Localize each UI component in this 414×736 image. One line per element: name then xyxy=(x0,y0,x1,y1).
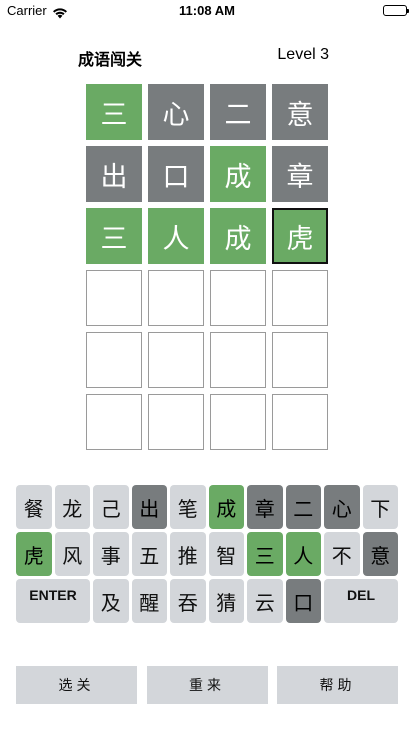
key[interactable]: 三 xyxy=(247,532,283,576)
grid-tile xyxy=(210,394,266,450)
key[interactable]: 章 xyxy=(247,485,283,529)
guess-grid: 三心二意出口成章三人成虎 xyxy=(86,84,328,456)
grid-tile: 三 xyxy=(86,208,142,264)
delete-key[interactable]: DEL xyxy=(324,579,398,623)
help-button[interactable]: 帮助 xyxy=(277,666,398,704)
key[interactable]: 餐 xyxy=(16,485,52,529)
grid-row: 出口成章 xyxy=(86,146,328,202)
key[interactable]: 人 xyxy=(285,532,321,576)
grid-row xyxy=(86,270,328,326)
grid-tile: 口 xyxy=(148,146,204,202)
level-label: Level 3 xyxy=(277,46,329,63)
key[interactable]: 心 xyxy=(324,485,360,529)
grid-tile xyxy=(148,332,204,388)
key[interactable]: 云 xyxy=(247,579,283,623)
grid-tile: 出 xyxy=(86,146,142,202)
grid-tile: 三 xyxy=(86,84,142,140)
grid-tile: 人 xyxy=(148,208,204,264)
enter-key[interactable]: ENTER xyxy=(16,579,90,623)
grid-tile xyxy=(272,332,328,388)
grid-tile xyxy=(210,332,266,388)
key[interactable]: 出 xyxy=(131,485,167,529)
grid-row: 三人成虎 xyxy=(86,208,328,264)
grid-tile xyxy=(86,394,142,450)
grid-tile: 心 xyxy=(148,84,204,140)
character-keyboard: 餐龙己出笔成章二心下虎风事五推智三人不意 ENTER 及醒吞猜云口 DEL xyxy=(16,485,398,626)
key[interactable]: 五 xyxy=(131,532,167,576)
grid-tile: 成 xyxy=(210,208,266,264)
clock: 11:08 AM xyxy=(179,3,235,18)
grid-tile xyxy=(148,270,204,326)
grid-row xyxy=(86,394,328,450)
keyboard-row: 虎风事五推智三人不意 xyxy=(16,532,398,576)
key[interactable]: 事 xyxy=(93,532,129,576)
key[interactable]: 龙 xyxy=(54,485,90,529)
key[interactable]: 不 xyxy=(324,532,360,576)
select-level-button[interactable]: 选关 xyxy=(16,666,137,704)
grid-tile: 虎 xyxy=(272,208,328,264)
key[interactable]: 风 xyxy=(54,532,90,576)
bottom-toolbar: 选关 重来 帮助 xyxy=(16,666,398,704)
key[interactable]: 意 xyxy=(362,532,398,576)
grid-tile: 二 xyxy=(210,84,266,140)
key[interactable]: 己 xyxy=(93,485,129,529)
key[interactable]: 下 xyxy=(362,485,398,529)
key[interactable]: 笔 xyxy=(170,485,206,529)
key[interactable]: 口 xyxy=(285,579,321,623)
grid-row xyxy=(86,332,328,388)
key[interactable]: 吞 xyxy=(170,579,206,623)
grid-tile xyxy=(272,394,328,450)
key[interactable]: 及 xyxy=(93,579,129,623)
key[interactable]: 醒 xyxy=(131,579,167,623)
grid-tile xyxy=(210,270,266,326)
grid-tile xyxy=(86,332,142,388)
grid-row: 三心二意 xyxy=(86,84,328,140)
key[interactable]: 智 xyxy=(208,532,244,576)
page-title: 成语闯关 xyxy=(78,50,143,69)
grid-tile xyxy=(148,394,204,450)
keyboard-row: ENTER 及醒吞猜云口 DEL xyxy=(16,579,398,623)
key[interactable]: 猜 xyxy=(208,579,244,623)
battery-icon xyxy=(383,5,409,16)
key[interactable]: 推 xyxy=(170,532,206,576)
keyboard-row: 餐龙己出笔成章二心下 xyxy=(16,485,398,529)
key[interactable]: 二 xyxy=(285,485,321,529)
restart-button[interactable]: 重来 xyxy=(146,666,268,704)
grid-tile: 章 xyxy=(272,146,328,202)
grid-tile xyxy=(86,270,142,326)
key[interactable]: 虎 xyxy=(16,532,52,576)
status-bar: Carrier 11:08 AM xyxy=(0,0,414,22)
grid-tile xyxy=(272,270,328,326)
key[interactable]: 成 xyxy=(208,485,244,529)
grid-tile: 意 xyxy=(272,84,328,140)
grid-tile: 成 xyxy=(210,146,266,202)
